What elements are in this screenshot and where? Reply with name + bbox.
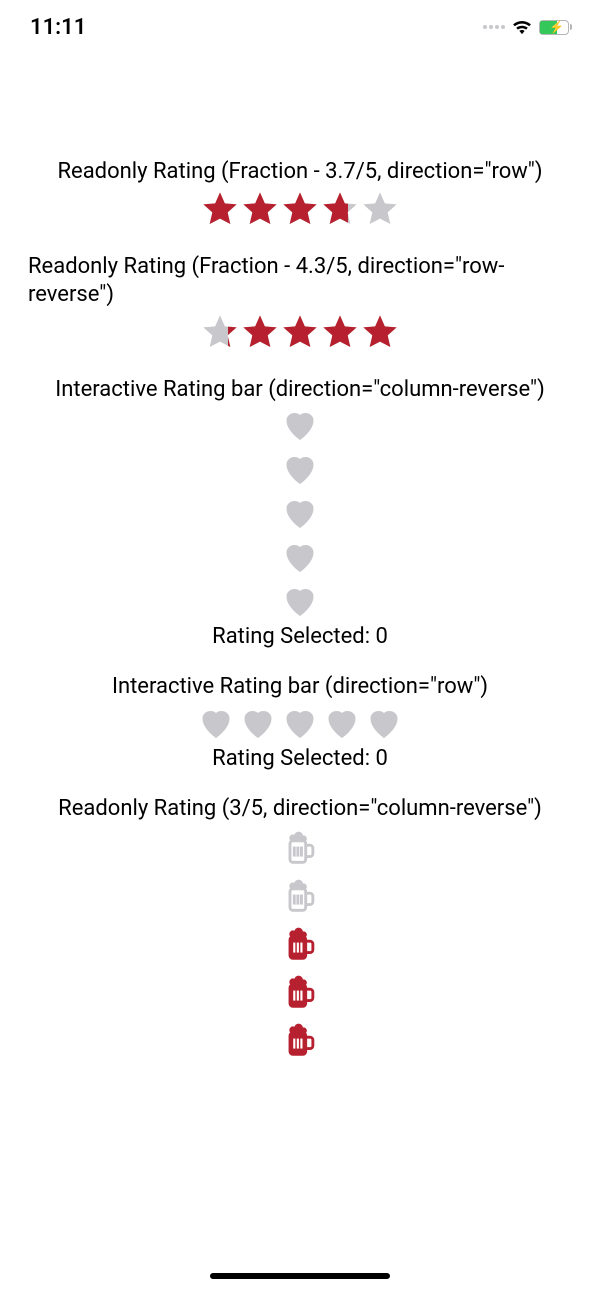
section-title: Interactive Rating bar (direction="row") (28, 673, 572, 702)
star-icon (360, 312, 400, 352)
heart-icon[interactable] (282, 496, 318, 530)
section-readonly-row: Readonly Rating (Fraction - 3.7/5, direc… (28, 158, 572, 229)
beer-icon (282, 1020, 318, 1060)
heart-rating-column (28, 408, 572, 618)
heart-rating-row (28, 706, 572, 740)
rating-selected-label: Rating Selected: 0 (28, 746, 572, 771)
heart-icon[interactable] (240, 706, 276, 740)
status-bar: 11:11 ⚡ (0, 0, 600, 48)
star-icon (240, 312, 280, 352)
home-indicator[interactable] (210, 1273, 390, 1279)
star-icon (320, 189, 360, 229)
heart-icon[interactable] (282, 584, 318, 618)
section-title: Readonly Rating (Fraction - 4.3/5, direc… (28, 253, 572, 310)
section-title: Readonly Rating (3/5, direction="column-… (28, 795, 572, 824)
status-indicators: ⚡ (483, 19, 572, 35)
star-icon (200, 312, 240, 352)
beer-icon (282, 828, 318, 868)
beer-icon (282, 972, 318, 1012)
heart-icon[interactable] (366, 706, 402, 740)
section-title: Interactive Rating bar (direction="colum… (28, 376, 572, 405)
heart-icon[interactable] (282, 408, 318, 442)
section-interactive-row: Interactive Rating bar (direction="row")… (28, 673, 572, 771)
heart-icon[interactable] (324, 706, 360, 740)
star-icon (280, 189, 320, 229)
beer-icon (282, 924, 318, 964)
section-readonly-col-reverse-beer: Readonly Rating (3/5, direction="column-… (28, 795, 572, 1060)
battery-icon: ⚡ (539, 20, 572, 35)
section-title: Readonly Rating (Fraction - 3.7/5, direc… (28, 158, 572, 187)
rating-selected-label: Rating Selected: 0 (28, 624, 572, 649)
beer-icon (282, 876, 318, 916)
beer-rating-column (28, 828, 572, 1060)
heart-icon[interactable] (282, 452, 318, 486)
heart-icon[interactable] (198, 706, 234, 740)
section-interactive-col-reverse: Interactive Rating bar (direction="colum… (28, 376, 572, 650)
section-readonly-row-reverse: Readonly Rating (Fraction - 4.3/5, direc… (28, 253, 572, 352)
star-icon (240, 189, 280, 229)
heart-icon[interactable] (282, 540, 318, 574)
star-rating-row (28, 189, 572, 229)
star-icon (200, 189, 240, 229)
star-icon (360, 189, 400, 229)
star-icon (280, 312, 320, 352)
star-rating-row-reverse (28, 312, 572, 352)
cellular-dots-icon (483, 25, 505, 29)
content: Readonly Rating (Fraction - 3.7/5, direc… (0, 48, 600, 1084)
wifi-icon (511, 19, 533, 35)
star-icon (320, 312, 360, 352)
status-time: 11:11 (30, 15, 86, 40)
heart-icon[interactable] (282, 706, 318, 740)
